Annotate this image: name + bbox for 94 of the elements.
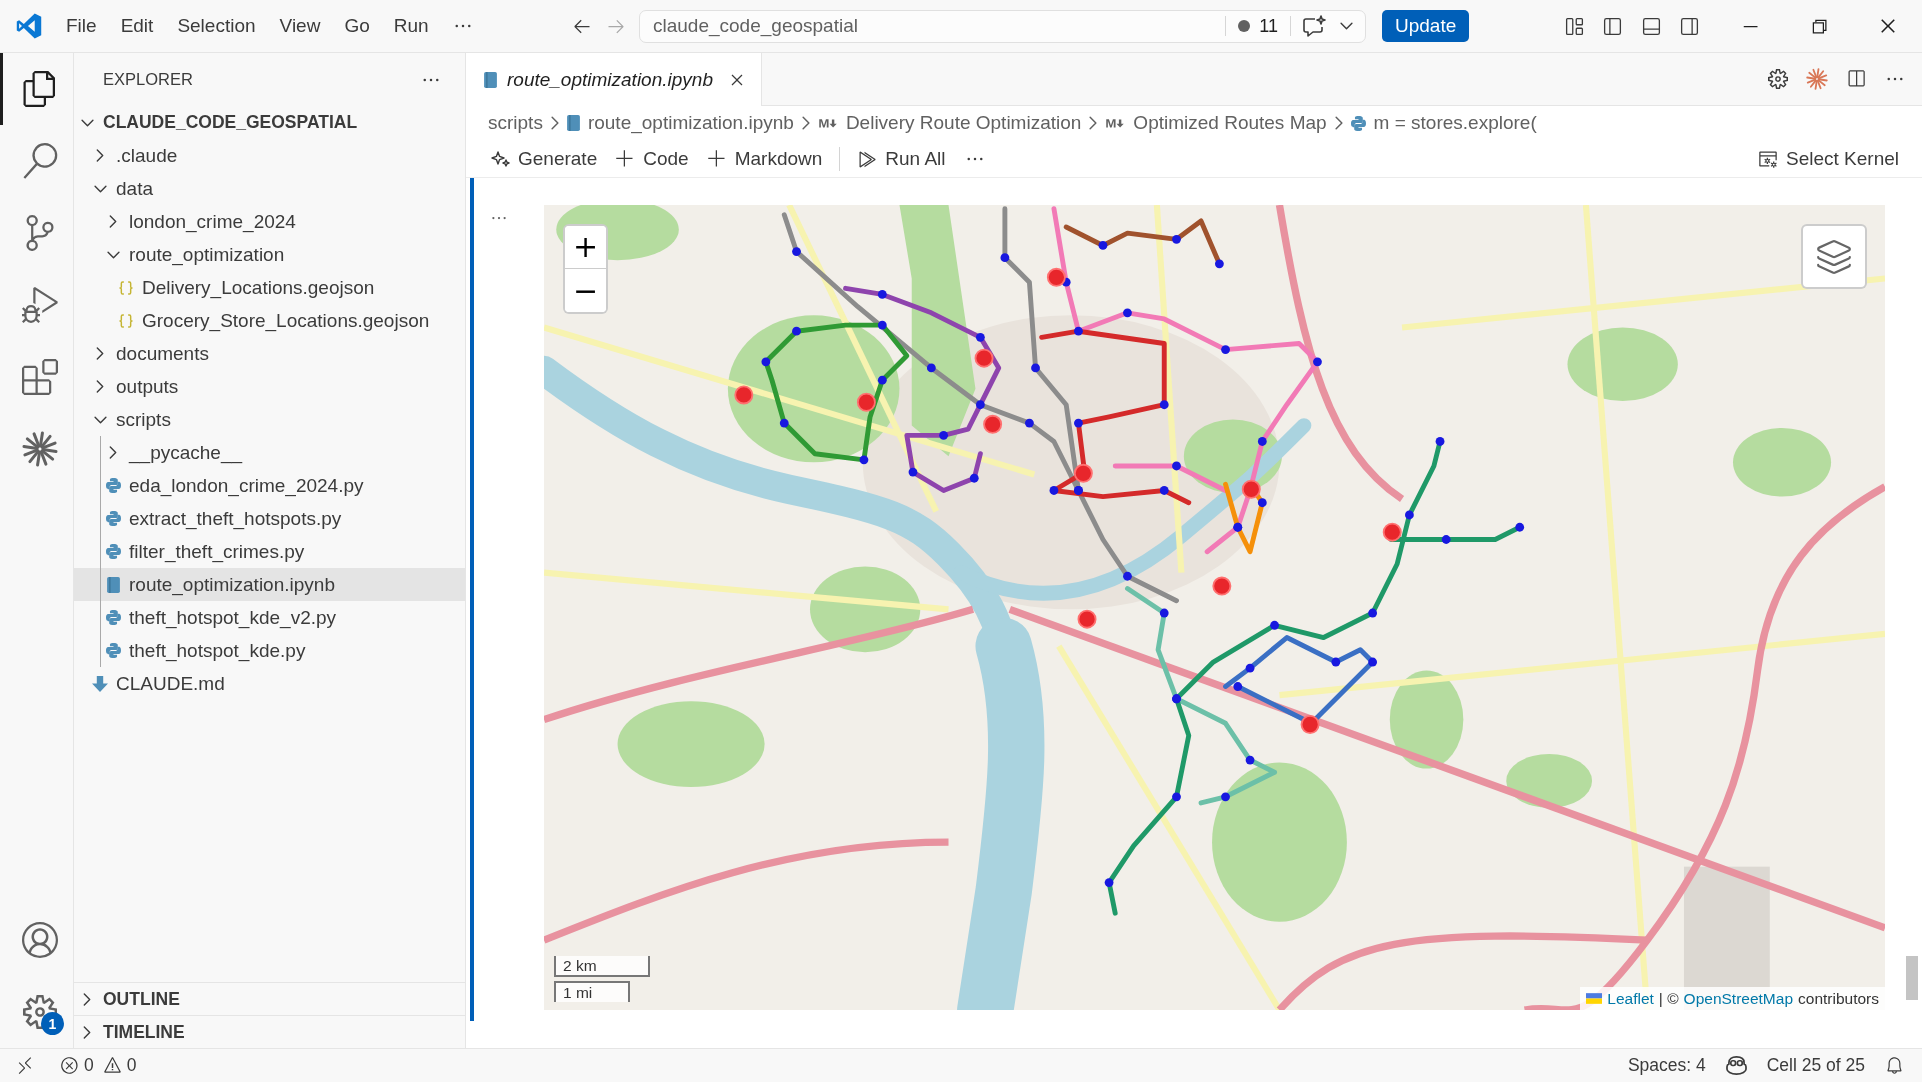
generate-button[interactable]: Generate <box>482 143 607 174</box>
scale-bar: 2 km <box>554 956 650 977</box>
error-icon <box>60 1056 79 1075</box>
python-icon <box>1350 115 1366 131</box>
menu-item[interactable]: Run <box>381 9 441 43</box>
chevron-right-icon <box>801 116 810 130</box>
tree-item[interactable]: route_optimization.ipynb <box>74 568 465 601</box>
run-all-button[interactable]: Run All <box>848 143 955 174</box>
chevron-right-icon <box>1334 116 1343 130</box>
python-icon <box>105 511 121 526</box>
files-icon <box>21 71 58 107</box>
notebook-icon <box>566 115 580 131</box>
tree-item[interactable]: theft_hotspot_kde_v2.py <box>74 601 465 634</box>
settings-icon[interactable] <box>1767 69 1788 89</box>
breadcrumb-item[interactable]: Delivery Route Optimization <box>817 112 1082 134</box>
menu-item[interactable]: Selection <box>165 9 268 43</box>
blocks-icon <box>21 359 58 395</box>
map-attribution: Leaflet | © OpenStreetMap contributors <box>1580 987 1885 1010</box>
scrollbar-thumb[interactable] <box>1906 956 1918 1000</box>
copilot-icon <box>1725 1056 1747 1075</box>
tree-item[interactable]: Grocery_Store_Locations.geojson <box>74 304 465 337</box>
panel-bottom-icon[interactable] <box>1640 15 1662 37</box>
tree-item[interactable]: route_optimization <box>74 238 465 271</box>
account-icon <box>21 922 58 958</box>
asterisk-icon <box>21 431 58 467</box>
chevron-right-icon <box>550 116 559 130</box>
tree-item[interactable]: scripts <box>74 403 465 436</box>
search-field[interactable]: claude_code_geospatial <box>653 15 1214 37</box>
chat-sparkle-icon[interactable] <box>1303 15 1326 37</box>
plus-icon <box>706 148 727 169</box>
manage-button[interactable]: 1 <box>0 976 73 1048</box>
panel-right-icon[interactable] <box>1679 15 1701 37</box>
warning-icon <box>102 1056 122 1075</box>
tree-item[interactable]: theft_hotspot_kde.py <box>74 634 465 667</box>
add-cell-button[interactable]: Markdown <box>697 143 832 174</box>
scale-bar: 1 mi <box>554 981 630 1002</box>
cell-position-button[interactable]: Cell 25 of 25 <box>1756 1049 1875 1082</box>
tree-item[interactable]: extract_theft_hotspots.py <box>74 502 465 535</box>
tree-item[interactable]: Delivery_Locations.geojson <box>74 271 465 304</box>
sparkle-icon <box>491 150 510 167</box>
flag-icon <box>1586 993 1603 1004</box>
breadcrumb-item[interactable]: scripts <box>488 112 543 134</box>
python-icon <box>105 544 121 559</box>
tree-item[interactable]: .claude <box>74 139 465 172</box>
asterisk-icon[interactable] <box>1805 68 1828 90</box>
python-icon <box>105 643 121 658</box>
tree-item[interactable]: __pycache__ <box>74 436 465 469</box>
menu-item[interactable]: File <box>54 9 109 43</box>
tree-item[interactable]: london_crime_2024 <box>74 205 465 238</box>
attribution-link[interactable]: Leaflet <box>1607 989 1654 1008</box>
tree-item[interactable]: filter_theft_crimes.py <box>74 535 465 568</box>
breadcrumb-item[interactable]: m = stores.explore( <box>1350 112 1537 134</box>
tree-item[interactable]: eda_london_crime_2024.py <box>74 469 465 502</box>
update-button[interactable]: Update <box>1382 10 1470 42</box>
chevron-right-icon <box>1089 116 1098 130</box>
search-icon <box>21 143 58 179</box>
editor-tab[interactable]: route_optimization.ipynb <box>466 53 762 106</box>
tree-item[interactable]: data <box>74 172 465 205</box>
chevron-down-icon[interactable] <box>1340 22 1353 30</box>
attribution-link[interactable]: OpenStreetMap <box>1683 989 1793 1008</box>
plus-icon <box>615 148 636 169</box>
tree-item[interactable]: CLAUDE.md <box>74 667 465 700</box>
layers-icon <box>1815 237 1853 276</box>
add-cell-button[interactable]: Code <box>606 143 698 174</box>
notebook-icon <box>484 71 497 88</box>
panel-header[interactable]: OUTLINE <box>74 982 465 1015</box>
braces-icon <box>118 279 134 296</box>
python-icon <box>105 610 121 625</box>
select-kernel-button[interactable]: Select Kernel <box>1749 143 1908 174</box>
breadcrumb-item[interactable]: Optimized Routes Map <box>1105 112 1327 134</box>
indentation-button[interactable]: Spaces: 4 <box>1617 1049 1716 1082</box>
braces-icon <box>118 312 134 329</box>
menu-item[interactable]: Edit <box>108 9 166 43</box>
play-bug-icon <box>21 287 58 323</box>
menu-item[interactable]: Go <box>332 9 382 43</box>
dot-icon <box>1238 20 1251 32</box>
tree-item[interactable]: documents <box>74 337 465 370</box>
layout-icon[interactable] <box>1563 15 1585 37</box>
count-label: 11 <box>1259 15 1278 37</box>
bell-icon <box>1885 1056 1904 1075</box>
workspace-folder[interactable]: CLAUDE_CODE_GEOSPATIAL <box>74 106 465 139</box>
python-icon <box>105 478 121 493</box>
zoom-in-button[interactable]: + <box>565 226 606 269</box>
menu-item[interactable]: View <box>267 9 333 43</box>
tree-item[interactable]: outputs <box>74 370 465 403</box>
problems-button[interactable]: 0 0 <box>50 1049 147 1082</box>
breadcrumb-item[interactable]: route_optimization.ipynb <box>566 112 794 134</box>
layers-button[interactable] <box>1801 224 1867 289</box>
sidebar-title: EXPLORER <box>103 70 193 89</box>
panel-left-icon[interactable] <box>1602 15 1624 37</box>
notebook-icon <box>106 576 120 593</box>
app-logo-icon <box>16 13 42 39</box>
notification-badge: 1 <box>41 1012 64 1035</box>
down-arrow-icon <box>92 675 108 692</box>
